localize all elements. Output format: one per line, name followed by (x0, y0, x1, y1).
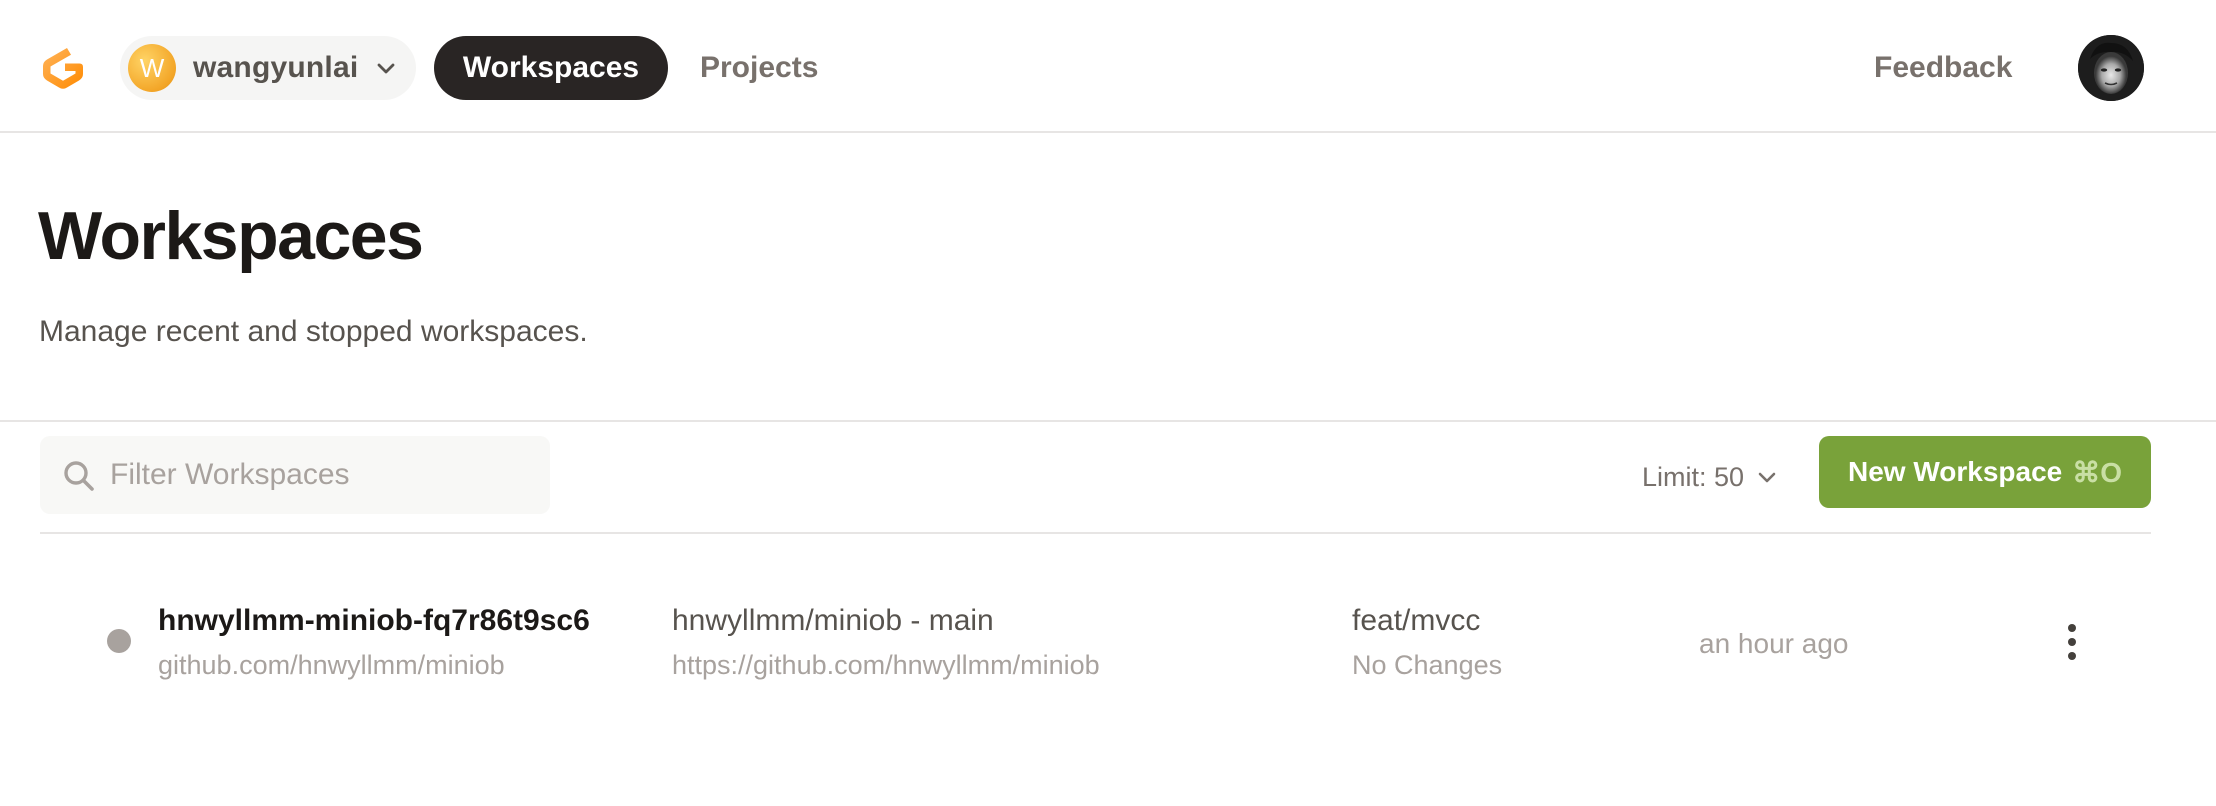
toolbar-divider (40, 532, 2151, 534)
section-divider (0, 420, 2216, 422)
page-title: Workspaces (38, 198, 424, 274)
filter-workspaces-box[interactable] (40, 436, 550, 514)
workspace-repo: github.com/hnwyllmm/miniob (158, 650, 505, 680)
workspace-changes: No Changes (1352, 650, 1503, 680)
filter-workspaces-input[interactable] (110, 436, 540, 514)
organization-switcher[interactable]: W wangyunlai (120, 36, 416, 100)
page-subtitle: Manage recent and stopped workspaces. (39, 315, 588, 348)
gitpod-logo-icon[interactable] (38, 43, 88, 93)
workspace-id-link[interactable]: hnwyllmm-miniob-fq7r86t9sc6 (158, 606, 590, 636)
workspace-branch: feat/mvcc (1352, 604, 1481, 637)
workspace-row[interactable]: hnwyllmm-miniob-fq7r86t9sc6 github.com/h… (40, 590, 2151, 694)
tab-workspaces[interactable]: Workspaces (434, 36, 668, 100)
workspace-last-active: an hour ago (1699, 628, 1849, 659)
chevron-down-icon (1758, 472, 1776, 483)
workspace-context-url[interactable]: https://github.com/hnwyllmm/miniob (672, 652, 1100, 679)
top-navigation-bar: W wangyunlai Workspaces Projects Feedbac… (0, 0, 2216, 133)
feedback-link[interactable]: Feedback (1874, 36, 2012, 100)
chevron-down-icon (377, 63, 395, 74)
new-workspace-shortcut: ⌘O (2072, 456, 2123, 488)
user-avatar-photo (2078, 35, 2144, 101)
workspace-context-title: hnwyllmm/miniob - main (672, 604, 994, 637)
new-workspace-button[interactable]: New Workspace ⌘O (1819, 436, 2151, 508)
organization-avatar: W (128, 44, 176, 92)
limit-label: Limit: 50 (1642, 461, 1745, 492)
more-vertical-icon[interactable] (2058, 618, 2086, 666)
limit-selector[interactable]: Limit: 50 (1642, 452, 1778, 502)
search-icon (64, 461, 94, 491)
new-workspace-label: New Workspace (1847, 456, 2063, 487)
tab-projects[interactable]: Projects (700, 36, 818, 100)
workspace-status-indicator (107, 629, 131, 653)
user-avatar[interactable] (2078, 35, 2144, 101)
organization-name: wangyunlai (193, 51, 359, 84)
